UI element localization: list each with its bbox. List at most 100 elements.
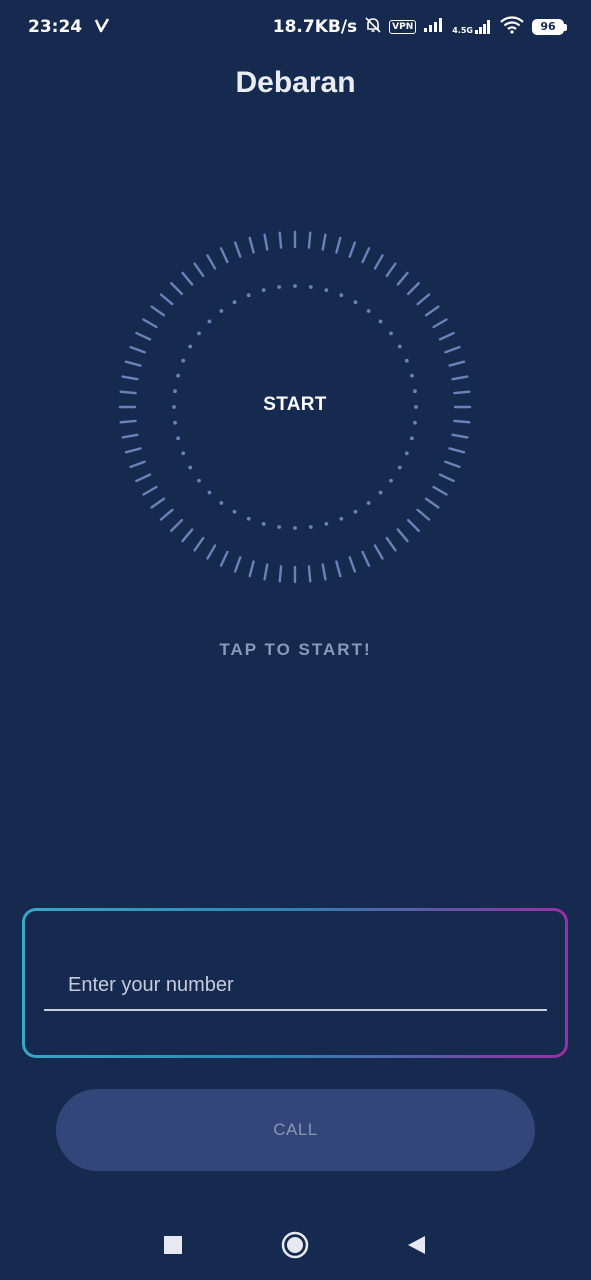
dial-dot (173, 420, 177, 425)
dial-dot (261, 521, 266, 526)
number-input-frame (22, 908, 568, 1058)
dial-tick (321, 563, 327, 581)
dial-tick (219, 247, 229, 264)
dial-dot (293, 526, 297, 530)
dial-dot (324, 288, 329, 293)
call-button[interactable]: CALL (56, 1089, 535, 1171)
dial-dot (181, 358, 186, 363)
dial-dot (413, 389, 417, 394)
dial-dot (277, 285, 282, 289)
dial-dot (277, 525, 282, 529)
dial-tick (373, 254, 384, 270)
dial-dot (413, 420, 417, 425)
dial-tick (385, 262, 397, 278)
dial-tick (206, 254, 217, 270)
wifi-icon (499, 15, 525, 39)
dial-tick (142, 318, 158, 329)
dial-tick (406, 282, 420, 296)
dial-tick (385, 536, 397, 552)
start-button-label[interactable]: START (115, 394, 475, 416)
dial-tick (135, 331, 152, 341)
dial-tick (219, 550, 229, 567)
dial-tick (453, 390, 471, 395)
dial-dot (339, 293, 344, 298)
dial-dot (308, 285, 313, 289)
dial-tick (396, 271, 409, 286)
network-speed: 18.7KB/s (272, 17, 358, 37)
dial-tick (432, 318, 448, 329)
dial-tick (150, 497, 166, 509)
dial-tick (119, 390, 137, 395)
dial-tick (121, 433, 139, 439)
dial-tick (193, 536, 205, 552)
dial-dot (219, 309, 224, 313)
dial-tick (181, 271, 194, 286)
dial-tick (373, 544, 384, 560)
navigation-bar (0, 1215, 591, 1275)
dial-dot (188, 465, 193, 470)
signal-4-5g-icon: 4.5G (452, 19, 492, 35)
start-dial[interactable]: START (115, 227, 475, 587)
dial-dot (397, 344, 402, 349)
dial-tick (432, 485, 448, 496)
recents-square-icon[interactable] (155, 1227, 191, 1263)
dial-dot (404, 451, 409, 456)
dial-dot (197, 331, 201, 336)
dial-dot (339, 516, 344, 521)
dial-tick (124, 360, 142, 367)
dial-tick (278, 565, 283, 583)
dial-dot (293, 284, 297, 288)
dial-dot (188, 344, 193, 349)
dial-tick (233, 556, 242, 573)
dial-tick (135, 473, 152, 483)
dial-dot (366, 309, 371, 313)
dial-tick (248, 560, 255, 578)
dial-tick (448, 447, 466, 454)
dial-dot (397, 465, 402, 470)
dial-tick (406, 518, 420, 532)
dial-tick (438, 473, 455, 483)
dial-dot (324, 521, 329, 526)
dial-tick (193, 262, 205, 278)
dial-dot (246, 293, 251, 298)
vpn-icon: VPN (389, 20, 417, 34)
dial-dot (389, 331, 393, 336)
dial-dot (353, 509, 358, 514)
dial-tick (206, 544, 217, 560)
dial-dot (176, 436, 181, 441)
dial-tick (451, 375, 469, 381)
dial-dot (246, 516, 251, 521)
dial-dot (353, 300, 358, 305)
battery-icon: 96 (532, 19, 567, 35)
dial-dot (197, 478, 201, 483)
dial-tick (438, 331, 455, 341)
dial-tick (150, 305, 166, 317)
dial-tick (416, 293, 431, 306)
dial-tick (181, 528, 194, 543)
dial-dot (181, 451, 186, 456)
dial-tick (348, 556, 357, 573)
dial-tick (121, 375, 139, 381)
dial-tick (396, 528, 409, 543)
dial-tick (361, 550, 371, 567)
dial-tick (142, 485, 158, 496)
dial-tick (321, 233, 327, 251)
dial-tick (416, 508, 431, 521)
dial-dot (366, 501, 371, 505)
dial-tick (233, 241, 242, 258)
dial-tick (170, 518, 184, 532)
dial-tick (424, 305, 440, 317)
home-circle-icon[interactable] (277, 1227, 313, 1263)
dial-tick (335, 236, 342, 254)
dial-tick (448, 360, 466, 367)
status-left: 23:24 (28, 17, 110, 38)
dial-dot (219, 501, 224, 505)
phone-number-input[interactable] (44, 961, 547, 1011)
dial-tick (129, 460, 146, 469)
back-triangle-icon[interactable] (398, 1227, 434, 1263)
dial-tick (263, 233, 269, 251)
dial-tick (307, 565, 312, 583)
dial-dot (261, 288, 266, 293)
dial-dot (173, 389, 177, 394)
dial-dot (308, 525, 313, 529)
